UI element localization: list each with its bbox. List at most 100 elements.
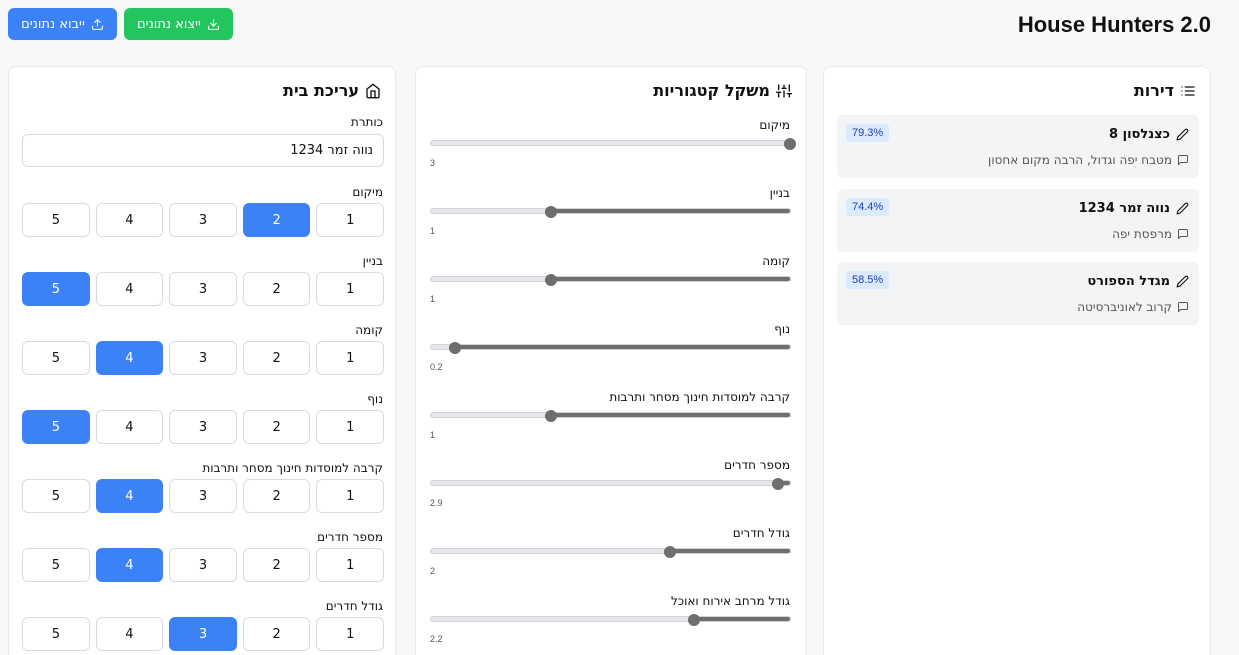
edit-pencil-icon[interactable] (1176, 275, 1189, 288)
sliders-icon (776, 83, 792, 98)
rating-option-3[interactable]: 3 (169, 272, 237, 306)
rating-option-1[interactable]: 1 (316, 479, 384, 513)
upload-icon (91, 18, 103, 30)
apartment-name-text: מגדל הספורט (1087, 274, 1170, 289)
rating-option-4[interactable]: 4 (95, 479, 164, 513)
weight-label: גודל חדרים (732, 526, 790, 540)
apartment-note: מטבח יפה וגדול, הרבה מקום אחסון (988, 153, 1189, 167)
slider-thumb[interactable] (544, 274, 557, 286)
rating-option-5[interactable]: 5 (22, 479, 90, 513)
rating-option-2[interactable]: 2 (242, 410, 311, 444)
rating-option-3[interactable]: 3 (169, 617, 237, 651)
edit-house-heading: עריכת בית (283, 81, 381, 100)
rating-button-group: 12345 (22, 479, 384, 513)
rating-option-3[interactable]: 3 (169, 341, 237, 375)
slider-thumb[interactable] (772, 478, 785, 490)
weight-slider[interactable] (430, 614, 791, 626)
rating-option-5[interactable]: 5 (22, 548, 90, 582)
apartment-card[interactable]: כצנלסון 8 מטבח יפה וגדול, הרבה מקום אחסון… (837, 115, 1199, 178)
apartment-name: נווה זמר 1234 (1079, 201, 1189, 216)
apartment-card[interactable]: נווה זמר 1234 מרפסת יפה 74.4% (837, 188, 1199, 252)
weight-slider[interactable] (430, 342, 791, 354)
apartment-note: מרפסת יפה (1112, 227, 1189, 241)
rating-option-4[interactable]: 4 (95, 548, 164, 582)
rating-option-1[interactable]: 1 (316, 272, 384, 306)
export-data-button[interactable]: ייצוא נתונים (124, 8, 233, 40)
weight-label: גודל מרחב אירוח ואוכל (670, 594, 790, 608)
apartment-score-badge: 74.4% (846, 197, 890, 216)
edit-house-panel: עריכת בית כותרת מיקום12345בניין12345קומה… (8, 66, 396, 655)
weight-value: 0.2 (430, 362, 443, 372)
apartments-heading: דירות (1134, 81, 1196, 100)
home-icon (366, 83, 380, 98)
rating-option-5[interactable]: 5 (22, 341, 90, 375)
weight-slider[interactable] (430, 478, 791, 490)
apartment-note-text: מטבח יפה וגדול, הרבה מקום אחסון (988, 153, 1172, 167)
weight-value: 1 (430, 294, 436, 304)
slider-thumb[interactable] (448, 342, 461, 354)
slider-thumb[interactable] (688, 614, 701, 626)
rating-button-group: 12345 (22, 410, 384, 444)
rating-option-5[interactable]: 5 (22, 617, 90, 651)
app-title: House Hunters 2.0 (1017, 12, 1211, 37)
edit-house-title: עריכת בית (283, 81, 359, 100)
rating-option-2[interactable]: 2 (242, 548, 311, 582)
weight-slider[interactable] (430, 138, 796, 150)
rating-option-3[interactable]: 3 (169, 479, 237, 513)
edit-pencil-icon[interactable] (1176, 202, 1189, 215)
rating-label: קרבה למוסדות חינוך מסחר ותרבות (202, 461, 383, 475)
rating-option-1[interactable]: 1 (316, 341, 384, 375)
apartment-score-badge: 79.3% (846, 124, 890, 142)
rating-option-1[interactable]: 1 (316, 203, 384, 237)
weight-label: מספר חדרים (724, 458, 790, 472)
weight-label: מיקום (759, 118, 790, 132)
apartment-name: מגדל הספורט (1087, 274, 1189, 289)
rating-option-2[interactable]: 2 (242, 272, 311, 306)
rating-option-1[interactable]: 1 (316, 617, 384, 651)
apartment-card[interactable]: מגדל הספורט קרוב לאוניברסיטה 58.5% (837, 262, 1199, 325)
weight-slider[interactable] (430, 546, 791, 558)
weight-slider[interactable] (430, 206, 791, 218)
rating-option-2[interactable]: 2 (242, 617, 311, 651)
title-field-label: כותרת (350, 115, 383, 129)
import-data-label: ייבוא נתונים (21, 16, 85, 32)
slider-thumb[interactable] (664, 546, 677, 558)
title-input[interactable] (22, 134, 384, 167)
rating-option-1[interactable]: 1 (316, 548, 384, 582)
import-data-button[interactable]: ייבוא נתונים (8, 8, 117, 40)
rating-option-4[interactable]: 4 (95, 203, 164, 237)
edit-pencil-icon[interactable] (1176, 128, 1189, 141)
weight-value: 2 (430, 566, 436, 576)
rating-option-2[interactable]: 2 (242, 203, 311, 237)
weight-slider[interactable] (430, 274, 791, 286)
rating-option-3[interactable]: 3 (169, 203, 237, 237)
rating-option-2[interactable]: 2 (242, 479, 311, 513)
weight-value: 3 (430, 158, 436, 168)
rating-option-5[interactable]: 5 (22, 203, 90, 237)
export-data-label: ייצוא נתונים (137, 16, 201, 32)
rating-option-5[interactable]: 5 (22, 272, 90, 306)
weight-label: נוף (774, 322, 790, 336)
rating-button-group: 12345 (22, 272, 384, 306)
apartment-name-text: נווה זמר 1234 (1078, 200, 1170, 216)
apartments-title: דירות (1133, 81, 1174, 100)
apartments-panel: דירות כצנלסון 8 מטבח יפה וגדול, הרבה מקום… (823, 66, 1211, 655)
rating-button-group: 12345 (22, 548, 384, 582)
slider-thumb[interactable] (784, 138, 796, 150)
rating-option-2[interactable]: 2 (242, 341, 311, 375)
rating-option-1[interactable]: 1 (316, 410, 384, 444)
comment-icon (1178, 155, 1188, 165)
rating-option-3[interactable]: 3 (169, 548, 237, 582)
slider-thumb[interactable] (544, 410, 557, 422)
rating-option-4[interactable]: 4 (95, 272, 164, 306)
weight-label: קרבה למוסדות חינוך מסחר ותרבות (609, 390, 790, 404)
slider-thumb[interactable] (544, 206, 557, 218)
rating-option-4[interactable]: 4 (95, 410, 164, 444)
rating-option-3[interactable]: 3 (169, 410, 237, 444)
weight-slider[interactable] (430, 410, 791, 422)
category-weights-title: משקל קטגוריות (653, 81, 770, 100)
rating-option-5[interactable]: 5 (22, 410, 90, 444)
rating-option-4[interactable]: 4 (95, 617, 164, 651)
rating-option-4[interactable]: 4 (95, 341, 164, 375)
rating-button-group: 12345 (22, 203, 384, 237)
